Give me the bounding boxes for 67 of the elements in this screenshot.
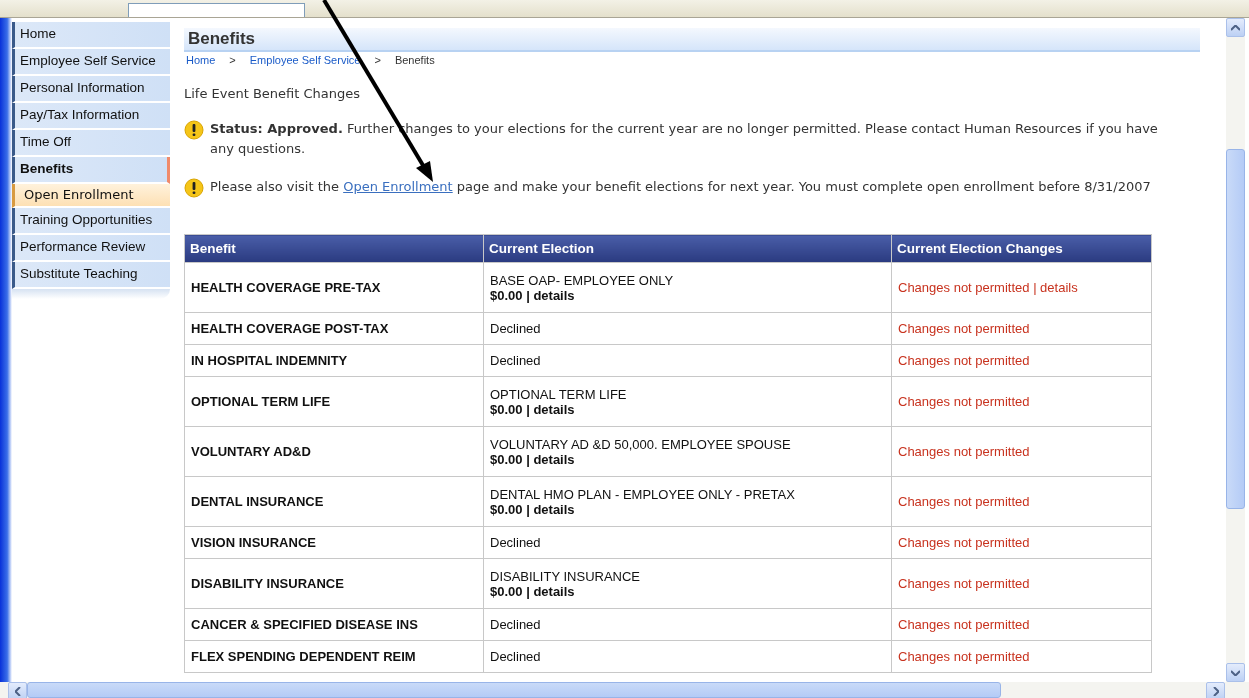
sidebar-item[interactable]: Home bbox=[12, 22, 170, 49]
breadcrumb-separator: > bbox=[374, 54, 381, 66]
election-cost: $0.00 | details bbox=[490, 451, 576, 467]
election-status: Declined bbox=[490, 321, 542, 336]
sidebar-item[interactable]: Benefits bbox=[12, 157, 170, 184]
benefit-cell: VISION INSURANCE bbox=[184, 526, 484, 559]
benefit-cell: HEALTH COVERAGE POST-TAX bbox=[184, 312, 484, 345]
changes-cell: Changes not permitted bbox=[891, 526, 1152, 559]
changes-cell: Changes not permitted bbox=[891, 344, 1152, 377]
sidebar-item[interactable]: Time Off bbox=[12, 130, 170, 157]
column-header: Current Election bbox=[483, 234, 892, 263]
election-plan: VOLUNTARY AD &D 50,000. EMPLOYEE SPOUSE bbox=[490, 436, 792, 452]
column-header: Benefit bbox=[184, 234, 484, 263]
changes-cell: Changes not permitted bbox=[891, 426, 1152, 477]
scroll-left-button[interactable] bbox=[8, 682, 27, 698]
breadcrumb-link[interactable]: Home bbox=[186, 54, 216, 66]
scroll-thumb[interactable] bbox=[27, 682, 1001, 698]
vertical-scrollbar[interactable] bbox=[1226, 18, 1245, 682]
election-plan: BASE OAP- EMPLOYEE ONLY bbox=[490, 272, 675, 288]
election-status: Declined bbox=[490, 535, 542, 550]
benefit-cell: FLEX SPENDING DEPENDENT REIM bbox=[184, 640, 484, 673]
election-plan: DENTAL HMO PLAN - EMPLOYEE ONLY - PRETAX bbox=[490, 486, 796, 502]
changes-cell: Changes not permitted bbox=[891, 476, 1152, 527]
benefit-cell: DENTAL INSURANCE bbox=[184, 476, 484, 527]
scroll-right-button[interactable] bbox=[1206, 682, 1225, 698]
changes-cell: Changes not permitted bbox=[891, 558, 1152, 609]
election-plan: OPTIONAL TERM LIFE bbox=[490, 386, 628, 402]
sidebar-subitem[interactable]: Open Enrollment bbox=[12, 184, 170, 208]
changes-cell: Changes not permitted bbox=[891, 640, 1152, 673]
scroll-thumb[interactable] bbox=[1226, 149, 1245, 509]
open-enrollment-link[interactable]: Open Enrollment bbox=[343, 179, 453, 194]
benefit-cell: DISABILITY INSURANCE bbox=[184, 558, 484, 609]
sidebar-item[interactable]: Performance Review bbox=[12, 235, 170, 262]
warning-icon bbox=[184, 178, 204, 198]
benefit-cell: OPTIONAL TERM LIFE bbox=[184, 376, 484, 427]
alert-message: Please also visit the Open Enrollment page and make your benefit elections for next year. You must complete open enrollment before 8/31/2007 bbox=[210, 178, 1152, 196]
changes-cell: Changes not permitted | details bbox=[891, 262, 1152, 313]
scroll-up-button[interactable] bbox=[1226, 18, 1245, 37]
changes-cell: Changes not permitted bbox=[891, 608, 1152, 641]
breadcrumb-separator: > bbox=[229, 54, 236, 66]
column-header: Current Election Changes bbox=[891, 234, 1152, 263]
sidebar-item[interactable]: Personal Information bbox=[12, 76, 170, 103]
changes-cell: Changes not permitted bbox=[891, 376, 1152, 427]
election-cost: $0.00 | details bbox=[490, 401, 576, 417]
sidebar-item[interactable]: Training Opportunities bbox=[12, 208, 170, 235]
benefit-cell: HEALTH COVERAGE PRE-TAX bbox=[184, 262, 484, 313]
scroll-down-button[interactable] bbox=[1226, 663, 1245, 682]
election-status: Declined bbox=[490, 353, 542, 368]
election-plan: DISABILITY INSURANCE bbox=[490, 568, 642, 584]
benefit-cell: IN HOSPITAL INDEMNITY bbox=[184, 344, 484, 377]
sidebar-item[interactable]: Pay/Tax Information bbox=[12, 103, 170, 130]
horizontal-scrollbar[interactable] bbox=[0, 682, 1249, 698]
benefit-cell: CANCER & SPECIFIED DISEASE INS bbox=[184, 608, 484, 641]
warning-icon bbox=[184, 120, 204, 140]
election-cost: $0.00 | details bbox=[490, 501, 576, 517]
changes-cell: Changes not permitted bbox=[891, 312, 1152, 345]
sidebar-item[interactable]: Substitute Teaching bbox=[12, 262, 170, 289]
election-status: Declined bbox=[490, 649, 542, 664]
election-cost: $0.00 | details bbox=[490, 583, 576, 599]
benefit-cell: VOLUNTARY AD&D bbox=[184, 426, 484, 477]
election-cost: $0.00 | details bbox=[490, 287, 576, 303]
page-title: Benefits bbox=[184, 28, 1200, 52]
section-heading: Life Event Benefit Changes bbox=[184, 86, 362, 101]
breadcrumb-current: Benefits bbox=[394, 54, 435, 66]
sidebar-item[interactable]: Employee Self Service bbox=[12, 49, 170, 76]
address-field[interactable] bbox=[128, 3, 305, 17]
election-status: Declined bbox=[490, 617, 542, 632]
